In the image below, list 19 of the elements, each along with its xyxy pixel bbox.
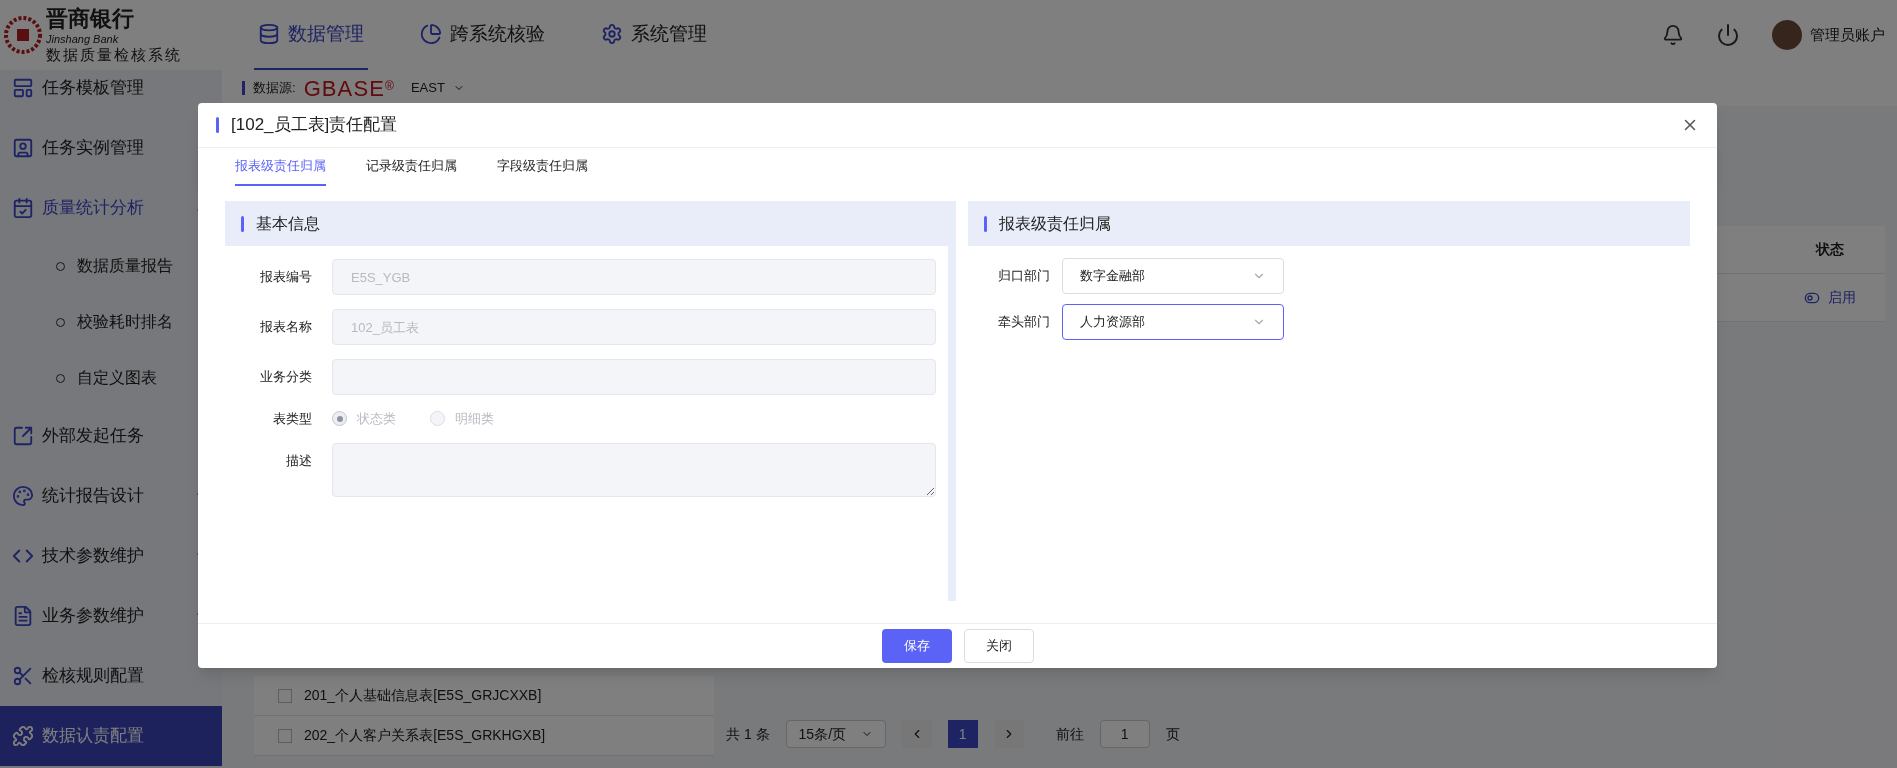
field-label: 报表编号	[259, 268, 312, 286]
section-header: 基本信息	[225, 201, 948, 246]
dialog-title: [102_员工表]责任配置	[231, 114, 398, 137]
goto-suffix: 页	[1165, 724, 1180, 744]
total-count: 共 1 条	[726, 724, 770, 744]
field-label: 表类型	[272, 410, 312, 428]
bank-name-english: Jinshang Bank	[46, 32, 120, 47]
field-label: 归口部门	[997, 267, 1050, 286]
field-label: 牵头部门	[997, 313, 1050, 332]
column-header: 状态	[1814, 240, 1845, 259]
system-name: 数据质量检核系统	[46, 46, 182, 65]
datasource-label: 数据源:	[253, 79, 296, 98]
section-header: 报表级责任归属	[967, 201, 1690, 246]
goto-label: 前往	[1055, 724, 1084, 744]
field-label: 报表名称	[259, 318, 312, 336]
field-label: 描述	[285, 451, 312, 470]
datasource-brand: GBASE$^{®}$	[303, 74, 395, 103]
field-label: 业务分类	[259, 368, 312, 386]
bank-name: 晋商银行	[46, 5, 135, 33]
